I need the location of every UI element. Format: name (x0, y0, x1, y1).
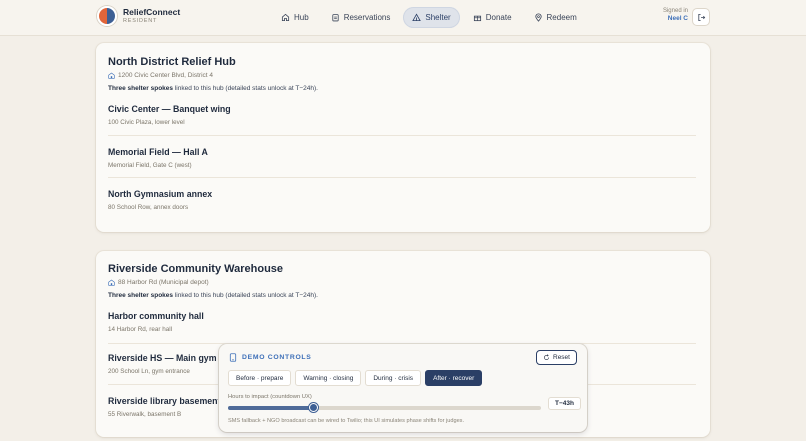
nav-hub[interactable]: Hub (272, 7, 318, 28)
gift-icon (473, 15, 481, 22)
reset-label: Reset (553, 354, 570, 361)
demo-footnote: SMS fallback + NGO broadcast can be wire… (228, 418, 465, 424)
hours-slider-label: Hours to impact (countdown UX) (228, 394, 312, 400)
clipboard-icon (332, 14, 339, 22)
nav-reservations[interactable]: Reservations (322, 7, 400, 28)
phase-during-button[interactable]: During · crisis (365, 370, 422, 386)
phase-warning-button[interactable]: Warning · closing (295, 370, 362, 386)
home-icon (281, 13, 290, 22)
reset-button[interactable]: Reset (536, 350, 577, 365)
brand-logo (97, 6, 117, 26)
countdown-badge: T−43h (548, 397, 581, 410)
app-header: ReliefConnect RESIDENT Hub Reservations … (0, 0, 806, 36)
spoke-location: 100 Civic Plaza, lower level (108, 119, 185, 126)
nav-reservations-label: Reservations (343, 13, 391, 22)
hub-spokes-note: Three shelter spokes linked to this hub … (108, 85, 318, 92)
hub-address: 1200 Civic Center Blvd, District 4 (108, 72, 213, 79)
building-icon (108, 72, 115, 79)
hub-card-north-district: North District Relief Hub 1200 Civic Cen… (96, 43, 710, 232)
logout-icon (697, 13, 705, 21)
hours-slider-thumb[interactable] (308, 403, 318, 412)
spoke-item[interactable]: Civic Center — Banquet wing 100 Civic Pl… (108, 104, 696, 126)
spoke-item[interactable]: Harbor community hall 14 Harbor Rd, rear… (108, 311, 696, 333)
phone-icon (229, 353, 237, 362)
signed-in-label: Signed in (662, 8, 688, 14)
hub-spokes-note: Three shelter spokes linked to this hub … (108, 292, 318, 299)
hub-address: 88 Harbor Rd (Municipal depot) (108, 279, 209, 286)
demo-controls-title: DEMO CONTROLS (242, 354, 312, 361)
logout-button[interactable] (692, 8, 710, 26)
phase-after-button[interactable]: After · recover (425, 370, 483, 386)
hub-title: North District Relief Hub (108, 56, 236, 68)
nav-redeem-label: Redeem (546, 13, 577, 22)
main-nav: Hub Reservations Shelter Donate Redeem (272, 7, 586, 28)
map-pin-icon (534, 13, 542, 22)
nav-hub-label: Hub (294, 13, 309, 22)
brand-role: RESIDENT (123, 17, 158, 24)
phase-before-button[interactable]: Before · prepare (228, 370, 292, 386)
spoke-item[interactable]: North Gymnasium annex 80 School Row, ann… (108, 189, 696, 211)
spoke-location: 14 Harbor Rd, rear hall (108, 326, 173, 333)
building-icon (108, 279, 115, 286)
phase-selector: Before · prepare Warning · closing Durin… (228, 370, 483, 386)
spoke-name: Civic Center — Banquet wing (108, 104, 231, 114)
divider (108, 135, 696, 136)
user-name: Neel C (667, 15, 688, 23)
brand-name: ReliefConnect (123, 7, 181, 17)
nav-donate[interactable]: Donate (464, 7, 521, 28)
spoke-name: Harbor community hall (108, 311, 204, 321)
hours-slider[interactable] (228, 403, 541, 412)
brand[interactable]: ReliefConnect RESIDENT (97, 6, 180, 26)
spoke-name: Memorial Field — Hall A (108, 147, 208, 157)
nav-donate-label: Donate (485, 13, 512, 22)
nav-shelter-label: Shelter (425, 13, 451, 22)
signed-in-info: Signed in Neel C (640, 8, 688, 23)
hub-title: Riverside Community Warehouse (108, 263, 284, 275)
tent-icon (412, 13, 422, 22)
refresh-icon (544, 354, 549, 360)
divider (108, 177, 696, 178)
spoke-location: 80 School Row, annex doors (108, 204, 189, 211)
hours-slider-fill (228, 406, 313, 410)
demo-controls-panel: DEMO CONTROLS Reset Before · prepare War… (219, 344, 587, 432)
spoke-name: North Gymnasium annex (108, 189, 213, 199)
spoke-location: Memorial Field, Gate C (west) (108, 162, 192, 169)
nav-redeem[interactable]: Redeem (525, 7, 586, 28)
spoke-item[interactable]: Memorial Field — Hall A Memorial Field, … (108, 147, 696, 169)
nav-shelter[interactable]: Shelter (403, 7, 460, 28)
demo-controls-heading: DEMO CONTROLS (229, 353, 312, 362)
hub-address-text: 88 Harbor Rd (Municipal depot) (118, 279, 209, 286)
hub-address-text: 1200 Civic Center Blvd, District 4 (118, 72, 214, 79)
